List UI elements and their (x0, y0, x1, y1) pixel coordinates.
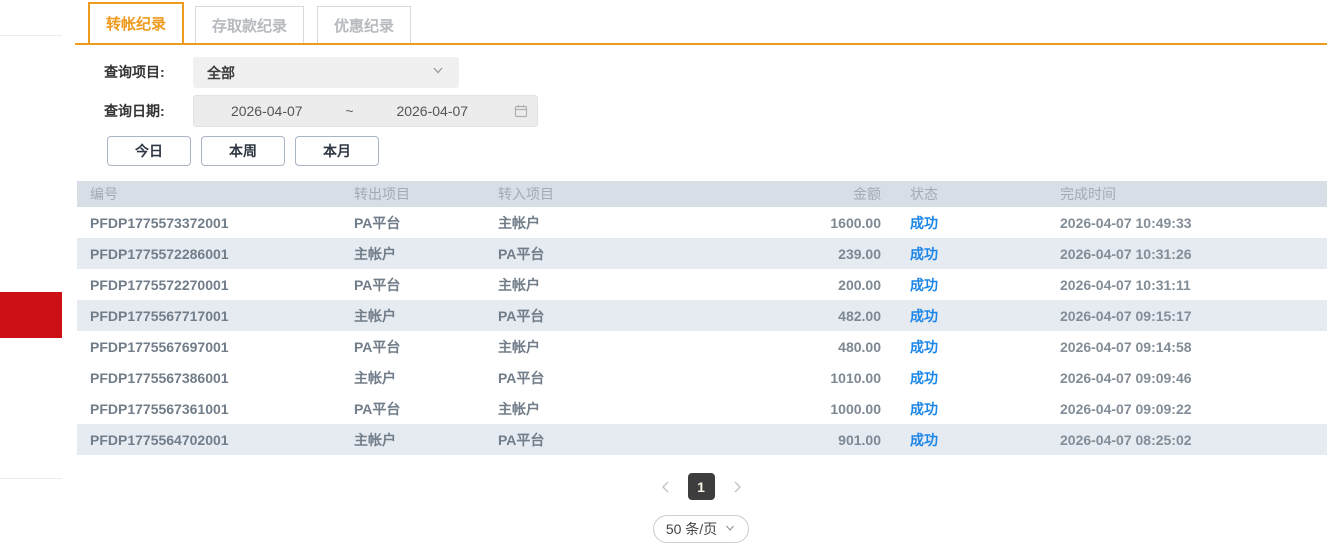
cell-from: 主帐户 (354, 306, 498, 326)
cell-status: 成功 (881, 306, 1030, 326)
cell-amount: 1600.00 (691, 215, 881, 231)
cell-amount: 200.00 (691, 277, 881, 293)
cell-time: 2026-04-07 10:31:26 (1030, 246, 1327, 262)
cell-id: PFDP1775567386001 (90, 370, 354, 386)
date-to-value[interactable]: 2026-04-07 (360, 103, 506, 119)
cell-from: 主帐户 (354, 368, 498, 388)
cell-id: PFDP1775572286001 (90, 246, 354, 262)
date-range-input[interactable]: 2026-04-07 ~ 2026-04-07 (193, 95, 538, 127)
cell-status: 成功 (881, 368, 1030, 388)
column-header-1: 编号 (90, 184, 354, 204)
table-body: PFDP1775573372001PA平台主帐户1600.00成功2026-04… (77, 207, 1327, 455)
cell-amount: 482.00 (691, 308, 881, 324)
cell-to: PA平台 (498, 430, 691, 450)
left-sidebar (0, 0, 62, 559)
cell-to: PA平台 (498, 244, 691, 264)
column-header-2: 转出项目 (354, 184, 498, 204)
cell-from: PA平台 (354, 275, 498, 295)
cell-from: 主帐户 (354, 244, 498, 264)
table-row: PFDP1775572286001主帐户PA平台239.00成功2026-04-… (77, 238, 1327, 269)
cell-amount: 901.00 (691, 432, 881, 448)
cell-amount: 1010.00 (691, 370, 881, 386)
query-project-label: 查询项目: (104, 57, 165, 88)
column-header-6: 完成时间 (1030, 184, 1327, 204)
page-size-value: 50 条/页 (666, 519, 717, 539)
cell-status: 成功 (881, 213, 1030, 233)
cell-time: 2026-04-07 10:49:33 (1030, 215, 1327, 231)
cell-to: PA平台 (498, 306, 691, 326)
current-page-button[interactable]: 1 (688, 473, 715, 500)
cell-time: 2026-04-07 09:09:46 (1030, 370, 1327, 386)
cell-id: PFDP1775573372001 (90, 215, 354, 231)
page-size-select[interactable]: 50 条/页 (653, 515, 749, 543)
quick-range-button-2[interactable]: 本周 (201, 136, 285, 166)
cell-amount: 480.00 (691, 339, 881, 355)
tab-3[interactable]: 优惠纪录 (317, 6, 411, 43)
main-content: 转帐纪录存取款纪录优惠纪录 查询项目: 全部 查询日期: 2026-04-07 … (75, 0, 1327, 559)
cell-status: 成功 (881, 275, 1030, 295)
calendar-icon (505, 104, 537, 118)
tab-bar: 转帐纪录存取款纪录优惠纪录 (75, 0, 1327, 45)
query-project-select[interactable]: 全部 (193, 57, 459, 88)
chevron-down-icon (431, 63, 445, 82)
sidebar-divider-top (0, 35, 62, 36)
column-header-3: 转入项目 (498, 184, 691, 204)
table-row: PFDP1775567361001PA平台主帐户1000.00成功2026-04… (77, 393, 1327, 424)
cell-to: 主帐户 (498, 213, 691, 233)
cell-amount: 1000.00 (691, 401, 881, 417)
page-size-row: 50 条/页 (75, 515, 1327, 543)
cell-id: PFDP1775564702001 (90, 432, 354, 448)
tab-underline (75, 43, 1327, 45)
prev-page-icon[interactable] (660, 480, 672, 494)
cell-id: PFDP1775567717001 (90, 308, 354, 324)
cell-amount: 239.00 (691, 246, 881, 262)
quick-range-button-1[interactable]: 今日 (107, 136, 191, 166)
cell-id: PFDP1775567697001 (90, 339, 354, 355)
cell-from: 主帐户 (354, 430, 498, 450)
table-row: PFDP1775573372001PA平台主帐户1600.00成功2026-04… (77, 207, 1327, 238)
table-row: PFDP1775564702001主帐户PA平台901.00成功2026-04-… (77, 424, 1327, 455)
column-header-5: 状态 (881, 184, 1030, 204)
cell-time: 2026-04-07 08:25:02 (1030, 432, 1327, 448)
table-row: PFDP1775567717001主帐户PA平台482.00成功2026-04-… (77, 300, 1327, 331)
table-row: PFDP1775567386001主帐户PA平台1010.00成功2026-04… (77, 362, 1327, 393)
records-page: 转帐纪录存取款纪录优惠纪录 查询项目: 全部 查询日期: 2026-04-07 … (0, 0, 1331, 559)
cell-to: 主帐户 (498, 399, 691, 419)
cell-status: 成功 (881, 244, 1030, 264)
chevron-down-icon (724, 521, 736, 537)
cell-time: 2026-04-07 09:14:58 (1030, 339, 1327, 355)
cell-from: PA平台 (354, 337, 498, 357)
pagination: 1 (75, 473, 1327, 500)
tab-1[interactable]: 转帐纪录 (88, 2, 184, 43)
cell-to: 主帐户 (498, 337, 691, 357)
cell-time: 2026-04-07 10:31:11 (1030, 277, 1327, 293)
table-row: PFDP1775567697001PA平台主帐户480.00成功2026-04-… (77, 331, 1327, 362)
cell-from: PA平台 (354, 399, 498, 419)
table-row: PFDP1775572270001PA平台主帐户200.00成功2026-04-… (77, 269, 1327, 300)
table-header-row: 编号转出项目转入项目金额状态完成时间 (77, 181, 1327, 207)
cell-time: 2026-04-07 09:15:17 (1030, 308, 1327, 324)
date-range-separator: ~ (340, 103, 360, 119)
transfer-records-table: 编号转出项目转入项目金额状态完成时间 PFDP1775573372001PA平台… (77, 181, 1327, 455)
date-from-value[interactable]: 2026-04-07 (194, 103, 340, 119)
quick-range-buttons: 今日本周本月 (107, 136, 379, 166)
query-project-value: 全部 (207, 63, 431, 83)
cell-id: PFDP1775567361001 (90, 401, 354, 417)
tab-2[interactable]: 存取款纪录 (195, 6, 304, 43)
cell-to: PA平台 (498, 368, 691, 388)
next-page-icon[interactable] (731, 480, 743, 494)
cell-time: 2026-04-07 09:09:22 (1030, 401, 1327, 417)
cell-status: 成功 (881, 430, 1030, 450)
query-date-label: 查询日期: (104, 95, 165, 127)
cell-status: 成功 (881, 337, 1030, 357)
sidebar-divider-bottom (0, 478, 62, 479)
quick-range-button-3[interactable]: 本月 (295, 136, 379, 166)
cell-to: 主帐户 (498, 275, 691, 295)
sidebar-active-item-red[interactable] (0, 292, 62, 338)
cell-status: 成功 (881, 399, 1030, 419)
column-header-4: 金额 (691, 184, 881, 204)
cell-id: PFDP1775572270001 (90, 277, 354, 293)
cell-from: PA平台 (354, 213, 498, 233)
